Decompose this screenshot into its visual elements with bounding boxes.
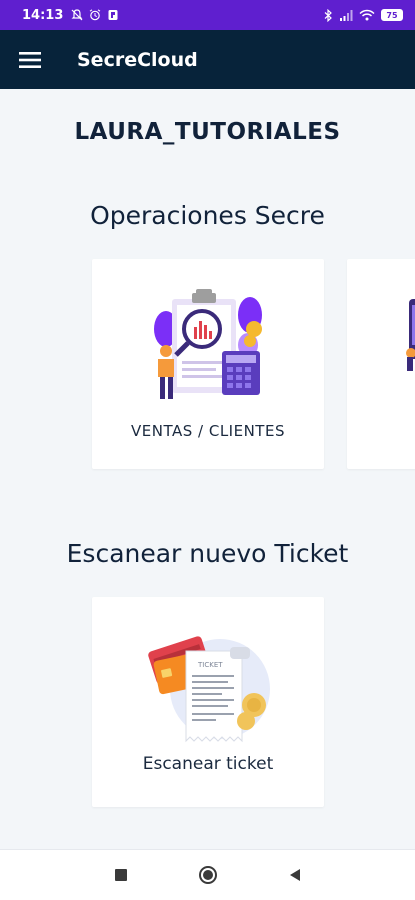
ticket-scan-illustration: TICKET (148, 636, 270, 743)
user-name: LAURA_TUTORIALES (74, 119, 341, 145)
wifi-icon (359, 9, 375, 21)
system-nav-bar (0, 849, 415, 900)
app-title: SecreCloud (77, 48, 198, 71)
sales-clients-card[interactable]: VENTAS / CLIENTES (92, 259, 324, 469)
scan-ticket-card[interactable]: TICKET Escanear ticket (92, 597, 324, 807)
scan-section-title: Escanear nuevo Ticket (66, 539, 349, 568)
signal-icon (340, 10, 353, 21)
alarm-icon (90, 9, 101, 21)
sales-clients-illustration (154, 289, 262, 399)
operations-section-title: Operaciones Secre (90, 201, 325, 230)
hamburger-menu-icon[interactable] (0, 30, 60, 89)
home-button[interactable] (198, 865, 218, 885)
scan-ticket-label: Escanear ticket (142, 754, 274, 774)
main-content: LAURA_TUTORIALES Operaciones Secre VENTA… (0, 89, 415, 849)
status-bar: 14:13 75 (0, 0, 415, 30)
operations-card-2[interactable] (347, 259, 415, 469)
ticket-text: TICKET (197, 661, 223, 669)
back-button[interactable] (288, 868, 302, 882)
mute-icon (71, 9, 83, 21)
app-bar: SecreCloud (0, 30, 415, 89)
sales-clients-label: VENTAS / CLIENTES (131, 422, 285, 440)
bluetooth-icon (324, 8, 332, 22)
status-right-icons: 75 (323, 8, 403, 22)
status-left-icons (71, 9, 119, 21)
partial-illustration (406, 299, 415, 371)
battery-icon: 75 (381, 9, 403, 21)
recents-button[interactable] (114, 868, 128, 882)
status-time: 14:13 (22, 7, 64, 23)
app-notification-icon (108, 10, 118, 20)
